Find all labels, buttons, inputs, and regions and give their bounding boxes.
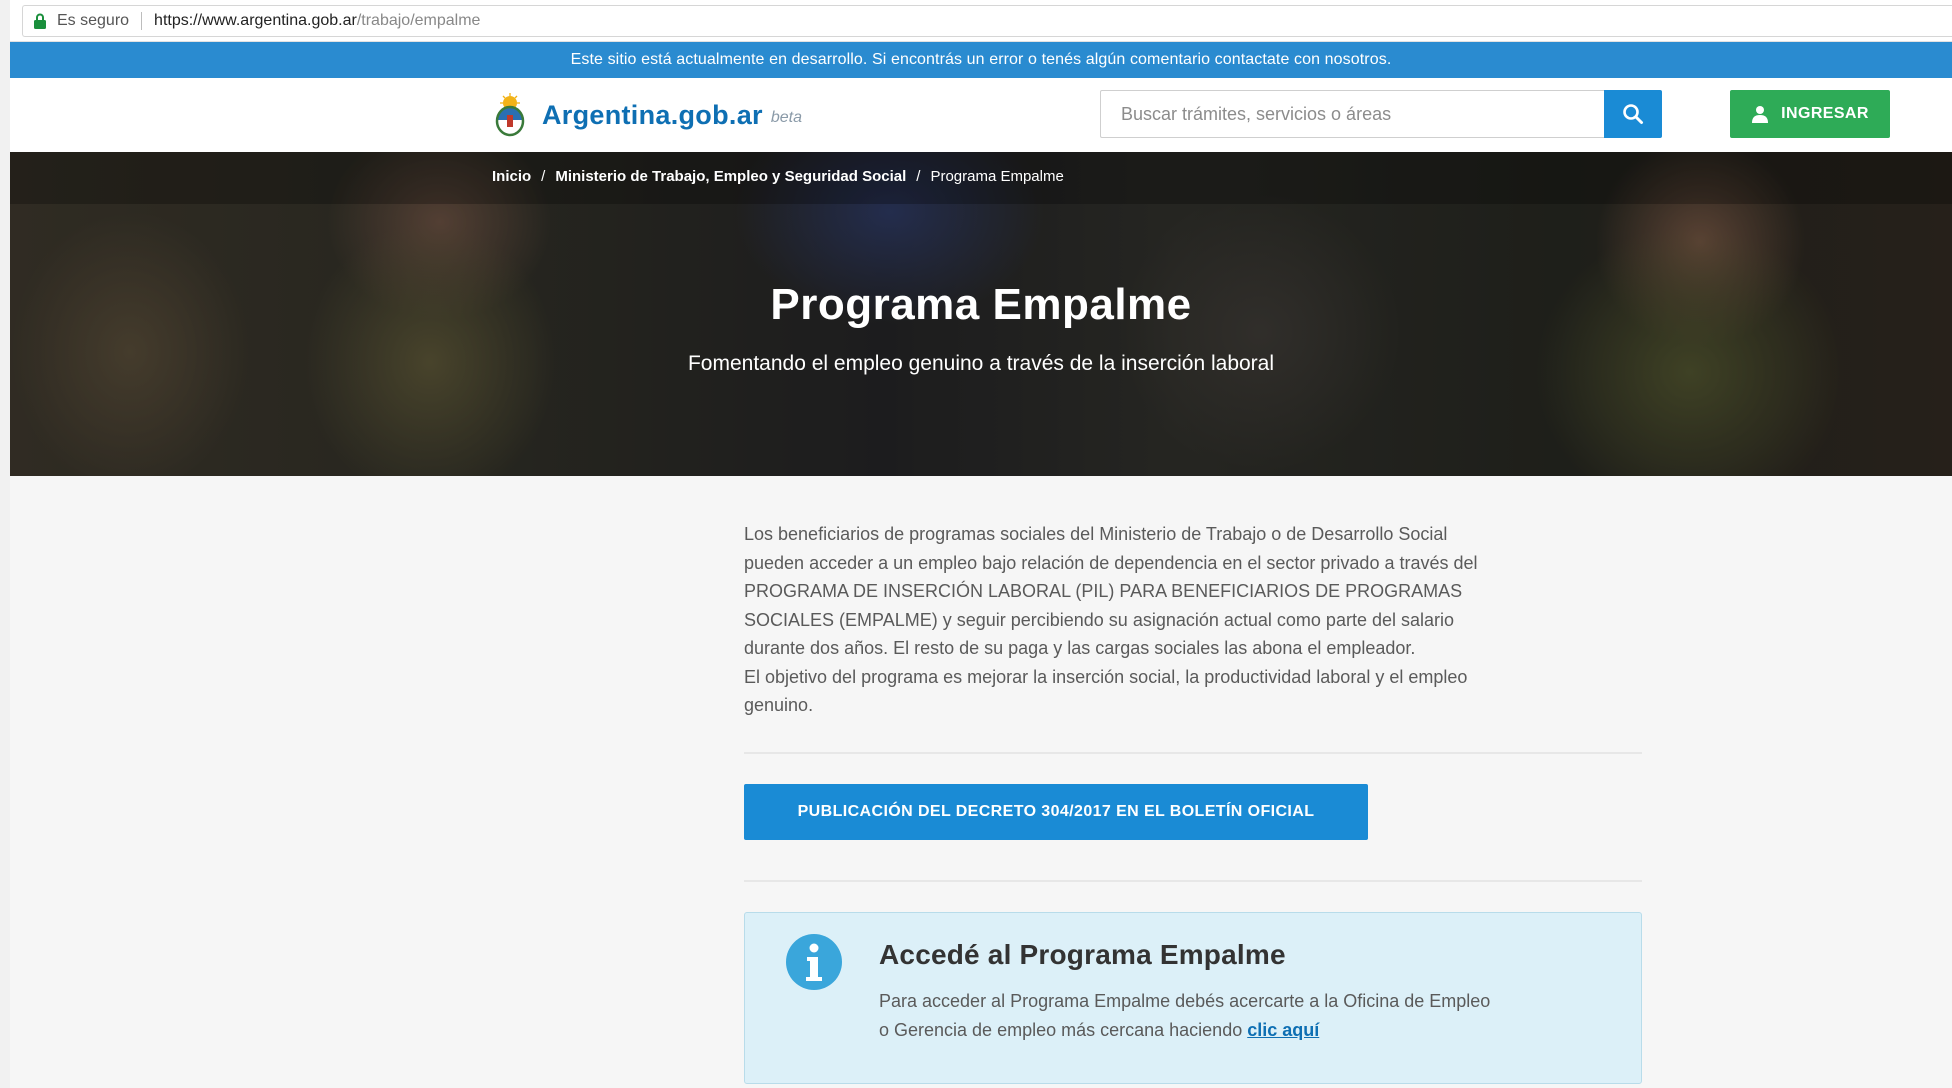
section-divider [744, 879, 1642, 882]
search-button[interactable] [1604, 90, 1662, 138]
page-subtitle: Fomentando el empleo genuino a través de… [687, 352, 1275, 375]
intro-line: genuino. [744, 695, 814, 715]
hero-banner: Inicio / Ministerio de Trabajo, Empleo y… [10, 152, 1952, 476]
breadcrumb-separator: / [916, 168, 921, 185]
login-button[interactable]: INGRESAR [1730, 90, 1890, 138]
info-text-prefix: o Gerencia de empleo más cercana haciend… [879, 1019, 1248, 1040]
development-notice-text: Este sitio está actualmente en desarroll… [570, 51, 1392, 68]
breadcrumb-item-inicio[interactable]: Inicio [492, 168, 531, 185]
url-field[interactable]: Es seguro https://www.argentina.gob.ar/t… [22, 4, 1952, 37]
main-content-area: Los beneficiarios de programas sociales … [10, 476, 1952, 1088]
decree-publication-button[interactable]: PUBLICACIÓN DEL DECRETO 304/2017 EN EL B… [744, 783, 1368, 840]
section-divider [744, 751, 1642, 754]
breadcrumb-item-current: Programa Empalme [930, 168, 1064, 185]
national-crest-icon [495, 93, 525, 137]
info-icon [786, 933, 842, 990]
info-text-line: Para acceder al Programa Empalme debés a… [879, 990, 1491, 1011]
intro-line: SOCIALES (EMPALME) y seguir percibiendo … [744, 609, 1455, 630]
click-here-link[interactable]: clic aquí [1247, 1020, 1319, 1040]
lock-icon [34, 13, 46, 29]
intro-paragraph: Los beneficiarios de programas sociales … [744, 520, 1642, 720]
window-edge [0, 0, 10, 1088]
search-form [1100, 90, 1662, 138]
content-column: Los beneficiarios de programas sociales … [744, 520, 1642, 1084]
info-text-line: o Gerencia de empleo más cercana haciend… [879, 1016, 1619, 1045]
intro-line: durante dos años. El resto de su paga y … [744, 638, 1416, 658]
intro-line: Los beneficiarios de programas sociales … [744, 524, 1448, 544]
site-header: Argentina.gob.ar beta INGRESAR [10, 78, 1952, 152]
intro-line: El objetivo del programa es mejorar la i… [744, 666, 1468, 687]
secure-label: Es seguro [57, 11, 130, 29]
search-input[interactable] [1100, 90, 1604, 138]
intro-line: pueden acceder a un empleo bajo relación… [744, 552, 1478, 573]
info-text: Para acceder al Programa Empalme debés a… [879, 987, 1619, 1045]
intro-line: PROGRAMA DE INSERCIÓN LABORAL (PIL) PARA… [744, 581, 1463, 601]
site-logo-link[interactable]: Argentina.gob.ar beta [492, 90, 802, 140]
info-callout: Accedé al Programa Empalme Para acceder … [744, 911, 1642, 1084]
login-label: INGRESAR [1781, 105, 1869, 122]
info-title: Accedé al Programa Empalme [879, 938, 1286, 970]
development-notice-banner: Este sitio está actualmente en desarroll… [10, 42, 1952, 78]
url-base: https://www.argentina.gob.ar [154, 11, 357, 29]
breadcrumb: Inicio / Ministerio de Trabajo, Empleo y… [492, 168, 1064, 185]
address-separator [141, 11, 143, 30]
browser-viewport: Es seguro https://www.argentina.gob.ar/t… [0, 0, 1952, 1088]
brand-name: Argentina.gob.ar [542, 99, 763, 130]
beta-tag: beta [770, 109, 802, 126]
page-title: Programa Empalme [770, 280, 1192, 329]
breadcrumb-item-ministerio[interactable]: Ministerio de Trabajo, Empleo y Segurida… [555, 168, 906, 185]
search-icon [1623, 104, 1643, 124]
breadcrumb-separator: / [541, 168, 546, 185]
url-path: /trabajo/empalme [356, 11, 481, 29]
browser-address-bar: Es seguro https://www.argentina.gob.ar/t… [10, 0, 1952, 42]
user-icon [1752, 106, 1769, 123]
